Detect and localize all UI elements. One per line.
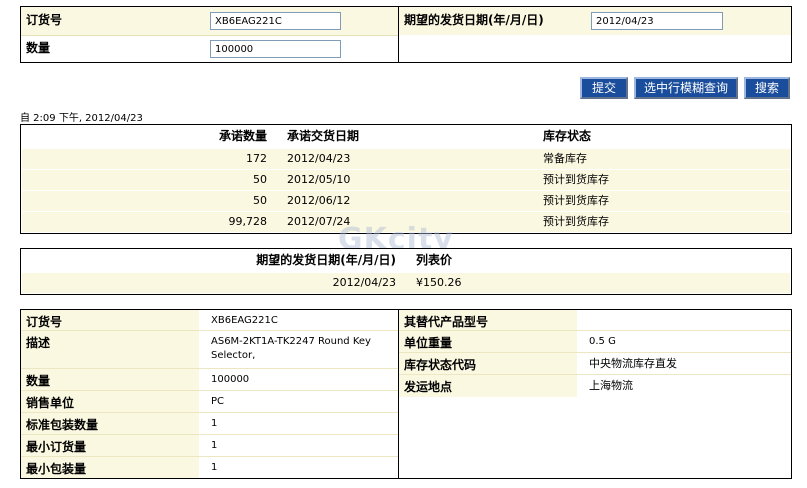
detail-label: 描述	[21, 331, 199, 368]
detail-label: 标准包装数量	[21, 413, 199, 434]
detail-row-substitute-model: 其替代产品型号	[399, 310, 791, 331]
commitments-header-row: 承诺数量 承诺交货日期 库存状态	[22, 126, 790, 147]
submit-button[interactable]: 提交	[580, 77, 628, 99]
detail-value: 1	[211, 440, 218, 451]
detail-label: 最小包装量	[21, 457, 199, 478]
stock-status: 预计到货库存	[543, 173, 609, 186]
detail-value: 100000	[211, 374, 250, 385]
detail-label: 最小订货量	[21, 435, 199, 456]
quantity-input[interactable]	[210, 40, 341, 58]
header-committed-qty: 承诺数量	[218, 129, 267, 143]
stock-status: 预计到货库存	[543, 194, 609, 207]
committed-date: 2012/05/10	[287, 173, 351, 186]
detail-row-std-pack-qty: 标准包装数量 1	[21, 413, 398, 435]
table-row: 2012/04/23 ¥150.26	[22, 272, 790, 293]
committed-qty: 172	[246, 152, 267, 165]
stock-status: 预计到货库存	[543, 215, 609, 228]
search-button[interactable]: 搜索	[744, 77, 790, 99]
detail-left-column: 订货号 XB6EAG221C 描述 AS6M-2KT1A-TK2247 Roun…	[21, 310, 398, 478]
detail-value: 0.5 G	[589, 336, 616, 347]
detail-row-unit-weight: 单位重量 0.5 G	[399, 331, 791, 353]
price-ship-date: 2012/04/23	[332, 276, 396, 289]
detail-row-sales-unit: 销售单位 PC	[21, 391, 398, 413]
committed-qty: 50	[253, 194, 267, 207]
detail-label: 数量	[21, 369, 199, 390]
committed-qty: 99,728	[228, 215, 268, 228]
detail-value: 上海物流	[589, 379, 633, 392]
order-number-input[interactable]	[210, 12, 341, 30]
expected-ship-date-input[interactable]	[591, 12, 723, 30]
detail-label: 订货号	[21, 310, 199, 330]
header-list-price: 列表价	[416, 253, 453, 267]
committed-date: 2012/06/12	[287, 194, 351, 207]
detail-label: 库存状态代码	[399, 353, 577, 374]
price-header-row: 期望的发货日期(年/月/日) 列表价	[22, 250, 790, 271]
price-table: 期望的发货日期(年/月/日) 列表价 2012/04/23 ¥150.26	[20, 248, 792, 295]
detail-row-min-order-qty: 最小订货量 1	[21, 435, 398, 457]
detail-value: 1	[211, 462, 218, 473]
commitments-table: 承诺数量 承诺交货日期 库存状态 172 2012/04/23 常备库存 50 …	[20, 124, 792, 234]
order-form: 订货号 数量 期望的发货日期(年/月/日)	[20, 6, 792, 63]
product-detail: 订货号 XB6EAG221C 描述 AS6M-2KT1A-TK2247 Roun…	[20, 309, 792, 479]
list-price: ¥150.26	[416, 276, 462, 289]
table-row: 50 2012/05/10 预计到货库存	[22, 169, 790, 190]
stock-status: 常备库存	[543, 152, 587, 165]
detail-label: 发运地点	[399, 375, 577, 397]
detail-value: 1	[211, 418, 218, 429]
table-row: 172 2012/04/23 常备库存	[22, 148, 790, 169]
detail-row-stock-status-code: 库存状态代码 中央物流库存直发	[399, 353, 791, 375]
detail-row-order-number: 订货号 XB6EAG221C	[21, 310, 398, 331]
as-of-timestamp: 自 2:09 下午, 2012/04/23	[20, 113, 143, 124]
header-committed-date: 承诺交货日期	[287, 129, 360, 143]
detail-value: PC	[211, 396, 225, 407]
detail-value: 中央物流库存直发	[589, 357, 677, 370]
detail-row-description: 描述 AS6M-2KT1A-TK2247 Round Key Selector,	[21, 331, 398, 369]
detail-row-ship-location: 发运地点 上海物流	[399, 375, 791, 397]
detail-label: 其替代产品型号	[399, 310, 577, 330]
quantity-label: 数量	[26, 41, 51, 55]
committed-date: 2012/04/23	[287, 152, 351, 165]
order-number-label: 订货号	[26, 13, 63, 27]
table-row: 50 2012/06/12 预计到货库存	[22, 190, 790, 211]
committed-qty: 50	[253, 173, 267, 186]
detail-value: AS6M-2KT1A-TK2247 Round Key Selector,	[211, 336, 371, 361]
detail-label: 销售单位	[21, 391, 199, 412]
detail-right-column: 其替代产品型号 单位重量 0.5 G 库存状态代码 中央物流库存直发 发运地点 …	[399, 310, 791, 478]
detail-value: XB6EAG221C	[211, 315, 278, 326]
expected-ship-date-label: 期望的发货日期(年/月/日)	[404, 13, 544, 27]
detail-row-min-pack-qty: 最小包装量 1	[21, 457, 398, 478]
detail-label: 单位重量	[399, 331, 577, 352]
detail-row-quantity: 数量 100000	[21, 369, 398, 391]
header-stock-status: 库存状态	[543, 129, 592, 143]
header-expected-ship-date: 期望的发货日期(年/月/日)	[256, 253, 396, 267]
fuzzy-query-button[interactable]: 选中行模糊查询	[634, 77, 738, 99]
